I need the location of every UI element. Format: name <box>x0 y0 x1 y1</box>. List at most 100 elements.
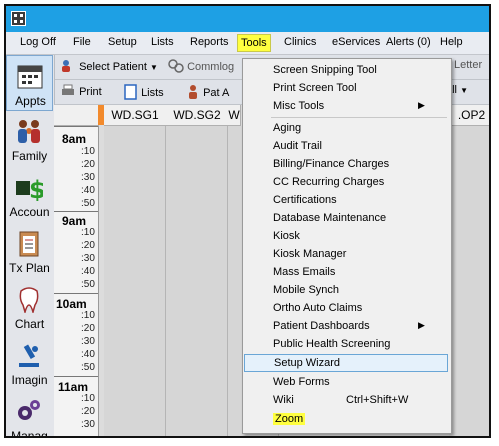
sidebar-item-tx-plan[interactable]: Tx Plan <box>6 223 53 279</box>
menu-file[interactable]: File <box>73 36 91 48</box>
calendar-icon <box>17 65 43 89</box>
lists-label: Lists <box>141 87 164 99</box>
menu-item-label: Billing/Finance Charges <box>273 158 390 170</box>
sidebar-item-account[interactable]: $ Accoun <box>6 167 53 223</box>
menu-item-shortcut: Ctrl+Shift+W <box>346 394 409 406</box>
menu-log-off[interactable]: Log Off <box>20 36 56 48</box>
dollar-icon: $ <box>16 176 43 201</box>
menu-clinics[interactable]: Clinics <box>284 36 316 48</box>
menu-item-screen-snipping-tool[interactable]: Screen Snipping Tool <box>243 61 449 79</box>
minute-label: :20 <box>81 240 95 251</box>
schedule-column[interactable] <box>166 126 228 436</box>
menu-reports[interactable]: Reports <box>190 36 229 48</box>
minute-label: :40 <box>81 266 95 277</box>
app-window: Log Off File Setup Lists Reports Tools C… <box>4 4 491 438</box>
letter-label: Letter <box>454 59 483 71</box>
menu-item-label: Mobile Synch <box>273 284 340 296</box>
menu-lists[interactable]: Lists <box>151 36 174 48</box>
menu-item-wiki[interactable]: Wiki Ctrl+Shift+W <box>243 391 449 409</box>
svg-text:$: $ <box>29 176 43 201</box>
sidebar-item-appts[interactable]: Appts <box>6 55 53 111</box>
minute-label: :20 <box>81 406 95 417</box>
menu-item-kiosk[interactable]: Kiosk <box>243 227 449 245</box>
menu-alerts[interactable]: Alerts (0) <box>386 36 431 48</box>
sidebar-item-imaging[interactable]: Imagin <box>6 335 53 391</box>
chevron-down-icon: ▼ <box>150 63 158 72</box>
menu-item-kiosk-manager[interactable]: Kiosk Manager <box>243 245 449 263</box>
column-header: WD.SG2 <box>166 105 229 126</box>
sidebar-item-label: Chart <box>14 317 45 331</box>
tools-dropdown-menu: Screen Snipping Tool Print Screen Tool M… <box>242 58 452 434</box>
menu-item-label: Kiosk <box>273 230 300 242</box>
menu-item-zoom[interactable]: Zoom <box>243 410 449 428</box>
menu-help[interactable]: Help <box>440 36 463 48</box>
sidebar-item-label: Manag <box>11 429 48 438</box>
menu-tools[interactable]: Tools <box>237 34 271 52</box>
hour-label: 10am <box>56 297 87 311</box>
sidebar-item-label: Imagin <box>11 373 48 387</box>
menu-item-cc-recurring-charges[interactable]: CC Recurring Charges <box>243 173 449 191</box>
minute-label: :10 <box>81 227 95 238</box>
minute-label: :50 <box>81 198 95 209</box>
select-patient-button[interactable]: Select Patient ▼ <box>60 59 158 73</box>
gears-icon <box>18 400 40 420</box>
menu-item-billing-finance-charges[interactable]: Billing/Finance Charges <box>243 155 449 173</box>
menu-item-label: CC Recurring Charges <box>273 176 385 188</box>
menu-item-mass-emails[interactable]: Mass Emails <box>243 263 449 281</box>
family-icon <box>18 120 40 143</box>
submenu-arrow-icon: ▶ <box>418 100 425 110</box>
sidebar-item-label: Family <box>11 149 48 163</box>
minute-label: :10 <box>81 146 95 157</box>
menu-item-label: Setup Wizard <box>274 357 341 369</box>
menu-item-print-screen-tool[interactable]: Print Screen Tool <box>243 79 449 97</box>
menu-item-patient-dashboards[interactable]: Patient Dashboards ▶ <box>243 317 449 335</box>
menu-item-label: Patient Dashboards <box>273 320 370 332</box>
menu-item-certifications[interactable]: Certifications <box>243 191 449 209</box>
menu-item-audit-trail[interactable]: Audit Trail <box>243 137 449 155</box>
menu-item-label: Certifications <box>273 194 337 206</box>
schedule-column[interactable] <box>104 126 166 436</box>
menu-item-label: Public Health Screening <box>273 338 391 350</box>
sidebar-item-label: Appts <box>15 94 46 108</box>
submenu-arrow-icon: ▶ <box>418 320 425 330</box>
menu-eservices[interactable]: eServices <box>332 36 380 48</box>
column-header: .OP2 <box>449 105 489 126</box>
column-header: W <box>228 105 241 126</box>
clipboard-icon <box>19 231 39 257</box>
minute-label: :40 <box>81 185 95 196</box>
menu-item-database-maintenance[interactable]: Database Maintenance <box>243 209 449 227</box>
sidebar-item-chart[interactable]: Chart <box>6 279 53 335</box>
menu-item-misc-tools[interactable]: Misc Tools ▶ <box>243 97 449 115</box>
tooth-icon <box>19 287 39 313</box>
menu-item-web-forms[interactable]: Web Forms <box>243 373 449 391</box>
menu-item-ortho-auto-claims[interactable]: Ortho Auto Claims <box>243 299 449 317</box>
menu-item-mobile-synch[interactable]: Mobile Synch <box>243 281 449 299</box>
time-header <box>54 105 99 126</box>
sidebar-item-family[interactable]: Family <box>6 111 53 167</box>
lists-button[interactable]: Lists <box>124 84 164 100</box>
minute-label: :20 <box>81 159 95 170</box>
chevron-down-icon: ▼ <box>460 86 468 95</box>
menu-item-label: Web Forms <box>273 376 330 388</box>
print-button[interactable]: Print <box>60 84 102 98</box>
menu-bar: Log Off File Setup Lists Reports Tools C… <box>6 32 489 55</box>
schedule-column[interactable] <box>449 126 489 436</box>
menu-item-label: Zoom <box>273 413 306 425</box>
menu-item-aging[interactable]: Aging <box>243 119 449 137</box>
sidebar-item-label: Accoun <box>9 205 50 219</box>
menu-item-label: Screen Snipping Tool <box>273 64 377 76</box>
module-sidebar: Appts Family $ Accoun Tx Plan <box>6 55 55 438</box>
menu-setup[interactable]: Setup <box>108 36 137 48</box>
minute-label: :10 <box>81 310 95 321</box>
menu-item-public-health-screening[interactable]: Public Health Screening <box>243 335 449 353</box>
menu-separator <box>271 117 447 118</box>
commlog-button[interactable]: Commlog <box>168 59 234 73</box>
minute-label: :30 <box>81 253 95 264</box>
minute-label: :30 <box>81 419 95 430</box>
sidebar-item-manage[interactable]: Manag <box>6 391 53 438</box>
letter-button[interactable]: Letter <box>454 59 482 71</box>
pat-button[interactable]: Pat A <box>186 84 229 100</box>
sidebar-item-label: Tx Plan <box>9 261 50 275</box>
minute-label: :50 <box>81 279 95 290</box>
menu-item-setup-wizard[interactable]: Setup Wizard <box>244 354 448 372</box>
